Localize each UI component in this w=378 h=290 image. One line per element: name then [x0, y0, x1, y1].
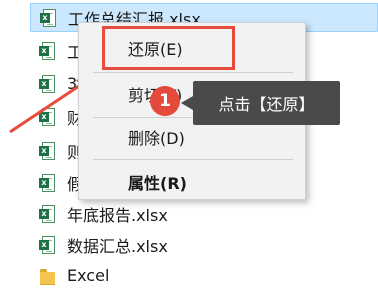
- excel-file-icon: x: [39, 235, 55, 254]
- menu-separator: [93, 72, 293, 73]
- callout-text: 点击【还原】: [218, 95, 315, 114]
- excel-file-icon: x: [39, 173, 55, 192]
- callout-tooltip: 点击【还原】: [181, 81, 340, 125]
- menu-item-label: 删除(D): [128, 129, 185, 148]
- menu-separator: [93, 159, 293, 160]
- excel-file-icon: x: [39, 204, 55, 223]
- excel-file-icon: x: [39, 141, 55, 160]
- folder-name: Excel: [67, 266, 110, 285]
- highlight-box: [102, 26, 235, 70]
- file-row[interactable]: x 数据汇总.xlsx: [30, 230, 378, 259]
- file-name: 数据汇总.xlsx: [67, 236, 168, 256]
- menu-item-delete[interactable]: 删除(D): [79, 120, 305, 154]
- file-name: 年底报告.xlsx: [67, 205, 168, 225]
- step-badge: 1: [150, 86, 180, 116]
- file-row[interactable]: x 年底报告.xlsx: [30, 199, 378, 228]
- folder-icon: [39, 267, 55, 285]
- folder-row[interactable]: Excel: [30, 261, 378, 290]
- menu-item-properties[interactable]: 属性(R): [79, 165, 305, 199]
- menu-item-label: 属性(R): [128, 174, 187, 193]
